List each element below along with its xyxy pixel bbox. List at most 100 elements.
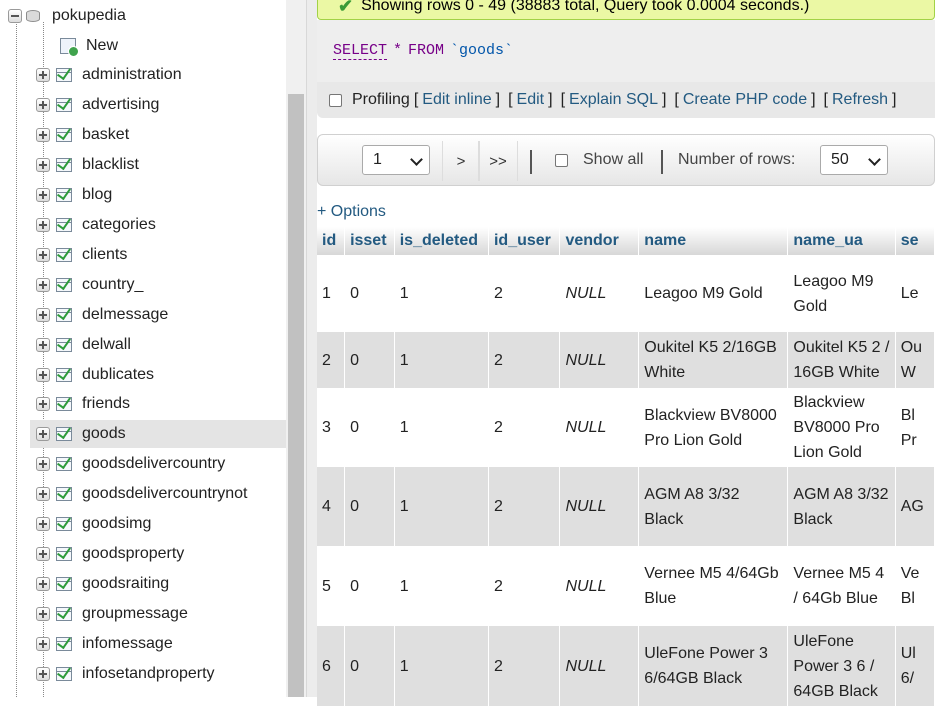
cell-isset[interactable]: 0 <box>344 626 395 706</box>
next-page-button[interactable]: > <box>442 141 480 181</box>
table-icon[interactable] <box>56 307 72 322</box>
table-row[interactable]: 2 0 1 2 NULL Oukitel K5 2/16GB White Oukitel K… <box>317 332 935 388</box>
tree-item-label[interactable]: goodsdelivercountry <box>82 455 225 473</box>
table-icon[interactable] <box>56 607 72 622</box>
tree-item-categories[interactable]: categories <box>30 211 286 239</box>
column-header-vendor[interactable]: vendor <box>559 227 640 255</box>
table-icon[interactable] <box>56 217 72 232</box>
expand-icon[interactable] <box>36 427 50 442</box>
table-icon[interactable] <box>56 517 72 532</box>
panel-resizer[interactable] <box>306 0 317 697</box>
cell-name-ua[interactable]: Blackview BV8000 Pro Lion Gold <box>787 388 896 467</box>
sql-query[interactable]: SELECT * FROM `goods` <box>333 42 513 60</box>
table-icon[interactable] <box>56 337 72 352</box>
options-link[interactable]: + Options <box>317 203 386 221</box>
tree-item-label[interactable]: groupmessage <box>82 605 188 623</box>
table-icon[interactable] <box>56 68 72 82</box>
navigation-scrollbar[interactable] <box>286 0 306 697</box>
cell-vendor[interactable]: NULL <box>559 467 640 546</box>
expand-icon[interactable] <box>36 157 50 172</box>
column-header-name-ua[interactable]: name_ua <box>787 227 896 255</box>
expand-icon[interactable] <box>36 97 50 112</box>
cell-name-ua[interactable]: Leagoo M9 Gold <box>787 255 896 332</box>
tree-item-label[interactable]: infomessage <box>82 635 173 653</box>
collapse-icon[interactable] <box>8 9 22 23</box>
show-all-checkbox[interactable] <box>555 154 568 167</box>
tree-item-blog[interactable]: blog <box>30 181 286 209</box>
cell-vendor[interactable]: NULL <box>559 255 640 332</box>
cell-is-deleted[interactable]: 1 <box>394 388 489 467</box>
tree-item-label[interactable]: goodsraiting <box>82 575 169 593</box>
cell-name[interactable]: Blackview BV8000 Pro Lion Gold <box>638 388 789 467</box>
cell-id-user[interactable]: 2 <box>488 255 561 332</box>
tree-item-dublicates[interactable]: dublicates <box>30 361 286 389</box>
tree-item-goodsraiting[interactable]: goodsraiting <box>30 570 286 598</box>
cell-is-deleted[interactable]: 1 <box>394 626 489 706</box>
tree-item-label[interactable]: blacklist <box>82 156 139 174</box>
table-row[interactable]: 6 0 1 2 NULL UleFone Power 3 6/64GB Black UleF… <box>317 626 935 706</box>
table-icon[interactable] <box>56 277 72 292</box>
tree-item-goods[interactable]: goods <box>30 420 286 449</box>
table-icon[interactable] <box>56 577 72 592</box>
tree-item-groupmessage[interactable]: groupmessage <box>30 600 286 628</box>
cell-id[interactable]: 2 <box>317 332 346 388</box>
cell-id-user[interactable]: 2 <box>488 546 561 626</box>
table-icon[interactable] <box>56 97 72 112</box>
sql-keyword-select[interactable]: SELECT <box>333 42 388 60</box>
tree-item-label[interactable]: delmessage <box>82 306 168 324</box>
table-icon[interactable] <box>56 247 72 262</box>
cell-isset[interactable]: 0 <box>344 255 395 332</box>
table-icon[interactable] <box>56 457 72 472</box>
cell-is-deleted[interactable]: 1 <box>394 467 489 546</box>
cell-isset[interactable]: 0 <box>344 546 395 626</box>
expand-icon[interactable] <box>36 487 50 502</box>
tree-item-goodsdelivercountry[interactable]: goodsdelivercountry <box>30 450 286 478</box>
database-node[interactable]: pokupedia <box>8 4 126 28</box>
tree-item-goodsdelivercountrynot[interactable]: goodsdelivercountrynot <box>30 480 286 508</box>
expand-icon[interactable] <box>36 667 50 681</box>
cell-name-ua[interactable]: Vernee M5 4 / 64Gb Blue <box>787 546 896 626</box>
expand-icon[interactable] <box>36 187 50 202</box>
tree-item-basket[interactable]: basket <box>30 121 286 149</box>
column-header-id[interactable]: id <box>317 227 346 255</box>
cell-name-ua[interactable]: Oukitel K5 2 / 16GB White <box>787 332 896 388</box>
column-header-se[interactable]: se <box>895 227 935 255</box>
cell-vendor[interactable]: NULL <box>559 546 640 626</box>
expand-icon[interactable] <box>36 577 50 592</box>
tree-item-label[interactable]: goodsdelivercountrynot <box>82 485 247 503</box>
column-header-name[interactable]: name <box>638 227 789 255</box>
expand-icon[interactable] <box>36 457 50 472</box>
cell-name-ua[interactable]: UleFone Power 3 6 / 64GB Black <box>787 626 896 706</box>
expand-icon[interactable] <box>36 397 50 412</box>
cell-se[interactable]: Ve Bl <box>895 546 935 626</box>
tree-item-label[interactable]: dublicates <box>82 366 154 384</box>
edit-link[interactable]: Edit <box>517 91 545 109</box>
cell-name[interactable]: Oukitel K5 2/16GB White <box>638 332 789 388</box>
expand-icon[interactable] <box>36 277 50 292</box>
table-row[interactable]: 5 0 1 2 NULL Vernee M5 4/64Gb Blue Vernee M5 4… <box>317 546 935 626</box>
tree-item-label[interactable]: categories <box>82 216 156 234</box>
table-icon[interactable] <box>56 397 72 412</box>
tree-item-clients[interactable]: clients <box>30 241 286 269</box>
cell-id-user[interactable]: 2 <box>488 388 561 467</box>
cell-id[interactable]: 1 <box>317 255 346 332</box>
cell-vendor[interactable]: NULL <box>559 626 640 706</box>
tree-item-label[interactable]: delwall <box>82 336 131 354</box>
tree-item-label[interactable]: infosetandproperty <box>82 665 215 683</box>
expand-icon[interactable] <box>36 637 50 652</box>
edit-inline-link[interactable]: Edit inline <box>422 91 491 109</box>
tree-item-label[interactable]: friends <box>82 395 130 413</box>
tree-item-friends[interactable]: friends <box>30 390 286 418</box>
cell-id[interactable]: 4 <box>317 467 346 546</box>
cell-se[interactable]: Ou W <box>895 332 935 388</box>
cell-is-deleted[interactable]: 1 <box>394 546 489 626</box>
cell-isset[interactable]: 0 <box>344 467 395 546</box>
table-row[interactable]: 1 0 1 2 NULL Leagoo M9 Gold Leagoo M9 Gold Le <box>317 255 935 332</box>
cell-id-user[interactable]: 2 <box>488 626 561 706</box>
refresh-link[interactable]: Refresh <box>832 91 888 109</box>
last-page-button[interactable]: >> <box>478 141 518 181</box>
new-table-label[interactable]: New <box>86 37 118 55</box>
show-all-label[interactable]: Show all <box>583 151 643 169</box>
table-icon[interactable] <box>56 637 72 652</box>
table-icon[interactable] <box>56 427 72 442</box>
